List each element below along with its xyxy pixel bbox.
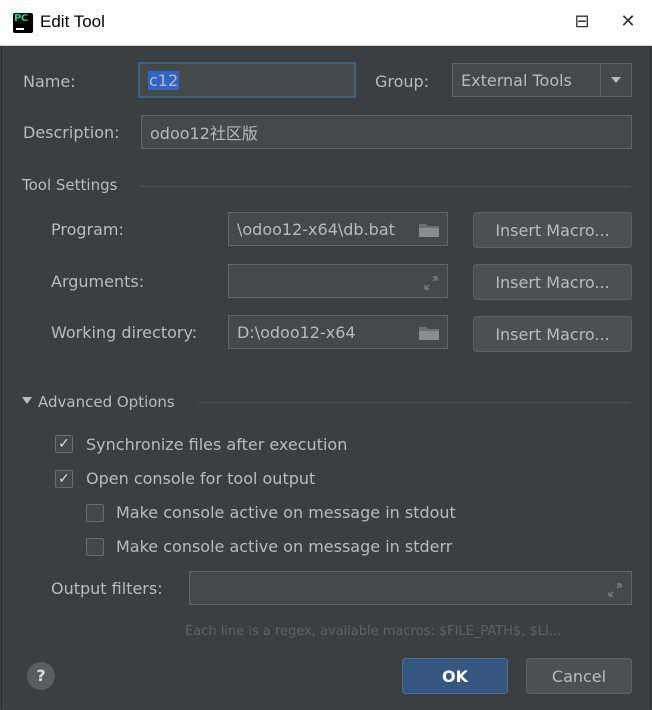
tool-settings-title: Tool Settings xyxy=(22,176,118,194)
folder-icon[interactable] xyxy=(419,223,439,237)
section-divider xyxy=(140,186,630,187)
advanced-options-title[interactable]: Advanced Options xyxy=(38,393,175,411)
collapse-triangle-icon[interactable] xyxy=(22,397,32,404)
open-console-label[interactable]: Open console for tool output xyxy=(86,469,315,488)
expand-icon[interactable] xyxy=(424,276,438,290)
minimize-icon[interactable]: ⊟ xyxy=(570,10,594,34)
folder-icon[interactable] xyxy=(419,326,439,340)
description-label: Description: xyxy=(23,123,120,142)
output-filters-label: Output filters: xyxy=(51,579,163,598)
title-bar: PC Edit Tool ⊟ ✕ xyxy=(0,0,652,46)
arguments-input[interactable] xyxy=(228,264,448,298)
arguments-insert-macro-button[interactable]: Insert Macro... xyxy=(473,264,632,300)
active-stderr-label[interactable]: Make console active on message in stderr xyxy=(116,537,452,556)
working-directory-label: Working directory: xyxy=(51,323,198,342)
ok-button[interactable]: OK xyxy=(402,658,508,694)
program-insert-macro-button[interactable]: Insert Macro... xyxy=(473,212,632,248)
active-stdout-label[interactable]: Make console active on message in stdout xyxy=(116,503,456,522)
name-label: Name: xyxy=(23,72,76,91)
cancel-button[interactable]: Cancel xyxy=(526,658,632,694)
output-filters-hint: Each line is a regex, available macros: … xyxy=(185,624,562,639)
output-filters-input[interactable] xyxy=(189,571,632,605)
group-value: External Tools xyxy=(461,70,572,90)
program-label: Program: xyxy=(51,220,124,239)
help-button[interactable]: ? xyxy=(27,662,55,690)
sync-checkbox[interactable]: ✓ xyxy=(55,435,73,453)
window-title: Edit Tool xyxy=(40,12,105,31)
working-directory-insert-macro-button[interactable]: Insert Macro... xyxy=(473,316,632,352)
active-stdout-checkbox[interactable] xyxy=(86,504,104,522)
section-divider xyxy=(198,402,630,403)
open-console-checkbox[interactable]: ✓ xyxy=(55,470,73,488)
name-input[interactable]: c12 xyxy=(138,62,356,98)
arguments-label: Arguments: xyxy=(51,272,145,291)
description-value: odoo12社区版 xyxy=(150,124,258,143)
working-directory-value: D:\odoo12-x64 xyxy=(237,322,356,342)
chevron-down-icon[interactable] xyxy=(600,64,631,96)
program-value: \odoo12-x64\db.bat xyxy=(237,219,395,239)
close-icon[interactable]: ✕ xyxy=(616,10,640,34)
active-stderr-checkbox[interactable] xyxy=(86,538,104,556)
description-input[interactable]: odoo12社区版 xyxy=(141,115,632,149)
working-directory-input[interactable]: D:\odoo12-x64 xyxy=(228,315,448,349)
sync-label[interactable]: Synchronize files after execution xyxy=(86,435,347,454)
pycharm-app-icon: PC xyxy=(13,13,33,33)
name-value: c12 xyxy=(148,70,180,90)
group-label: Group: xyxy=(375,72,430,91)
program-input[interactable]: \odoo12-x64\db.bat xyxy=(228,212,448,246)
expand-icon[interactable] xyxy=(608,583,622,597)
group-dropdown[interactable]: External Tools xyxy=(452,63,632,97)
